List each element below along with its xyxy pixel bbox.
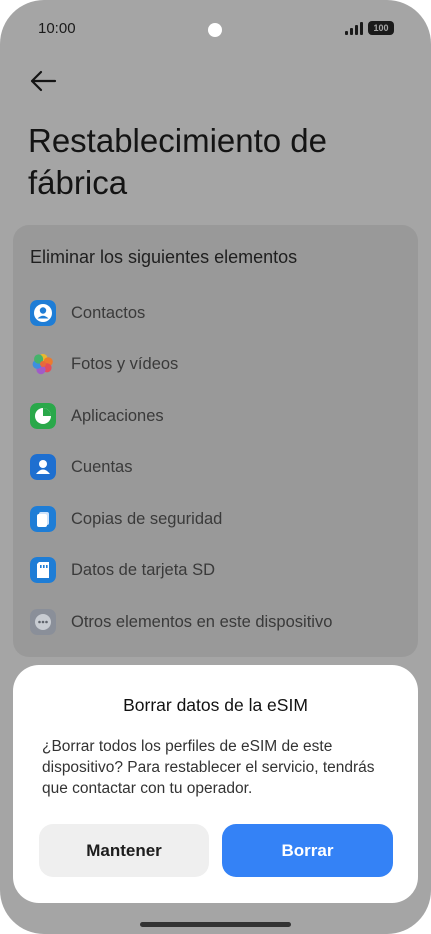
more-icon <box>30 609 56 635</box>
list-item-photos: Fotos y vídeos <box>30 350 410 378</box>
page-title: Restablecimiento de fábrica <box>28 122 327 201</box>
item-label: Fotos y vídeos <box>71 355 179 373</box>
dialog-title: Borrar datos de la eSIM <box>123 695 308 715</box>
list-item-sd-card: Datos de tarjeta SD <box>30 556 410 584</box>
item-label: Cuentas <box>71 458 133 476</box>
item-label: Otros elementos en este dispositivo <box>71 613 333 631</box>
sd-card-icon <box>30 557 56 583</box>
list-item-accounts: Cuentas <box>30 453 410 481</box>
item-label: Contactos <box>71 304 146 322</box>
items-card: Eliminar los siguientes elementos Contac… <box>13 225 418 657</box>
screen: 10:00 100 Restablecimiento de fábrica El… <box>0 0 431 934</box>
card-heading: Eliminar los siguientes elementos <box>30 247 298 267</box>
list-item-backup: Copias de seguridad <box>30 505 410 533</box>
signal-icon <box>345 22 363 35</box>
apps-icon <box>30 403 56 429</box>
gallery-icon <box>32 353 53 375</box>
status-bar: 10:00 100 <box>0 0 431 58</box>
esim-dialog: Borrar datos de la eSIM ¿Borrar todos lo… <box>13 665 418 903</box>
back-arrow-icon[interactable] <box>28 68 58 94</box>
list-item-contacts: Contactos <box>30 299 410 327</box>
list-item-other: Otros elementos en este dispositivo <box>30 608 410 636</box>
item-label: Datos de tarjeta SD <box>71 561 215 579</box>
item-label: Aplicaciones <box>71 407 164 425</box>
dialog-message: ¿Borrar todos los perfiles de eSIM de es… <box>42 738 375 797</box>
home-indicator[interactable] <box>140 922 291 927</box>
front-camera <box>208 23 222 37</box>
backup-icon <box>30 506 56 532</box>
keep-button[interactable]: Mantener <box>39 824 209 877</box>
accounts-icon <box>30 454 56 480</box>
status-time: 10:00 <box>38 20 76 37</box>
item-label: Copias de seguridad <box>71 510 223 528</box>
contacts-icon <box>30 300 56 326</box>
battery-icon: 100 <box>368 21 394 35</box>
list-item-apps: Aplicaciones <box>30 402 410 430</box>
erase-button[interactable]: Borrar <box>222 824 393 877</box>
